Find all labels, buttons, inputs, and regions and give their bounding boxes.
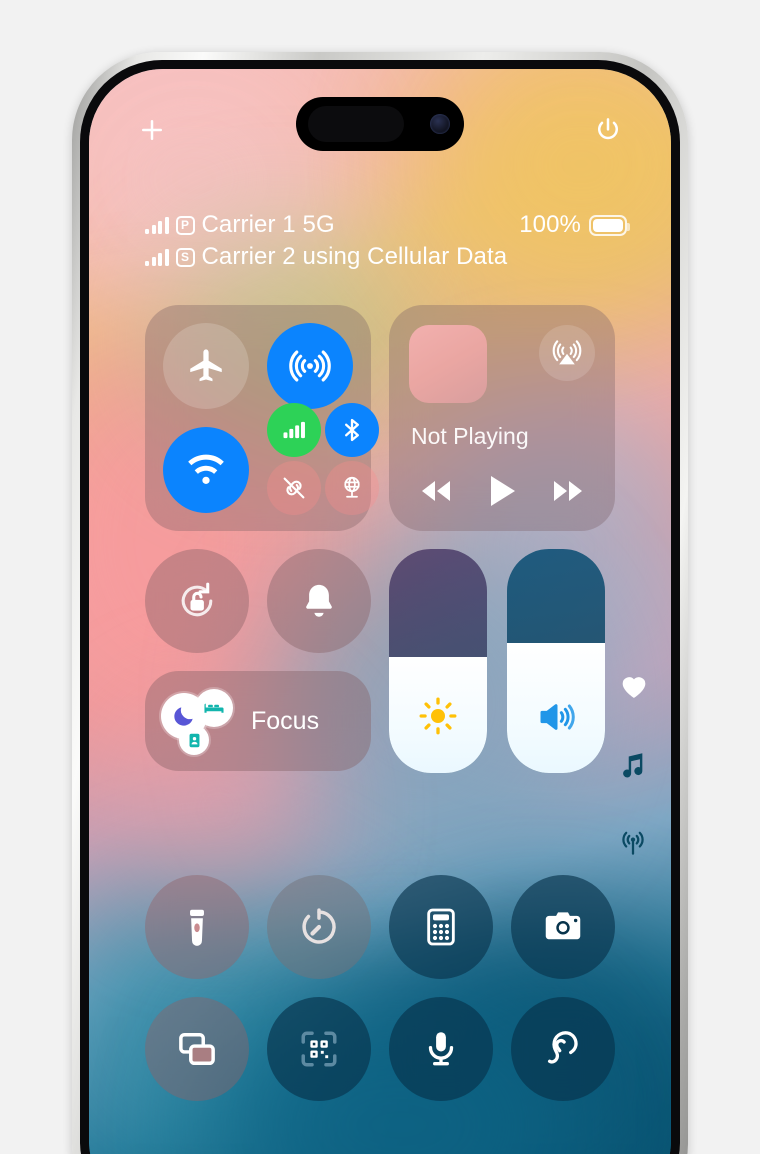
control-center-top-bar bbox=[89, 115, 671, 145]
airplay-icon[interactable] bbox=[539, 325, 595, 381]
focus-label: Focus bbox=[251, 706, 320, 735]
phone-screen: P Carrier 1 5G 100% S Carrier 2 using Ce… bbox=[89, 69, 671, 1154]
airdrop-toggle[interactable] bbox=[267, 323, 353, 409]
flashlight-button[interactable] bbox=[145, 875, 249, 979]
media-module: Not Playing bbox=[389, 305, 615, 531]
screenshot-root: P Carrier 1 5G 100% S Carrier 2 using Ce… bbox=[0, 0, 760, 1154]
signal-bars-icon bbox=[145, 248, 169, 266]
rewind-icon[interactable] bbox=[415, 476, 457, 506]
battery-percent-label: 100% bbox=[519, 211, 581, 238]
status-row-secondary: S Carrier 2 using Cellular Data bbox=[145, 241, 627, 273]
battery-icon bbox=[589, 214, 630, 236]
bluetooth-toggle[interactable] bbox=[325, 403, 379, 457]
shortcuts-row-2 bbox=[145, 997, 615, 1101]
plus-icon[interactable] bbox=[137, 115, 167, 145]
battery-status: 100% bbox=[519, 211, 630, 239]
carrier-2-label: Carrier 2 using Cellular Data bbox=[201, 243, 508, 270]
timer-button[interactable] bbox=[267, 875, 371, 979]
connectivity-module bbox=[145, 305, 379, 531]
broadcast-icon[interactable] bbox=[617, 827, 661, 859]
media-transport-controls bbox=[409, 473, 595, 509]
wifi-toggle[interactable] bbox=[163, 427, 249, 513]
code-scanner-button[interactable] bbox=[267, 997, 371, 1101]
cellular-data-toggle[interactable] bbox=[267, 403, 321, 457]
edge-icons-column bbox=[617, 669, 661, 859]
person-badge-icon bbox=[179, 725, 209, 755]
album-art-placeholder bbox=[409, 325, 487, 403]
hearing-button[interactable] bbox=[511, 997, 615, 1101]
now-playing-title: Not Playing bbox=[411, 423, 529, 449]
sim-badge-primary: P bbox=[175, 215, 195, 235]
focus-badges bbox=[161, 687, 239, 755]
screen-mirroring-button[interactable] bbox=[145, 997, 249, 1101]
sliders-group bbox=[389, 549, 605, 773]
volume-slider[interactable] bbox=[507, 549, 605, 773]
focus-button[interactable]: Focus bbox=[145, 671, 371, 771]
personal-hotspot-toggle[interactable] bbox=[267, 461, 321, 515]
brightness-slider[interactable] bbox=[389, 549, 487, 773]
shortcuts-grid bbox=[145, 875, 615, 1119]
camera-button[interactable] bbox=[511, 875, 615, 979]
status-row-primary: P Carrier 1 5G 100% bbox=[145, 209, 630, 241]
signal-bars-icon bbox=[145, 216, 169, 234]
fast-forward-icon[interactable] bbox=[547, 476, 589, 506]
rotation-lock-toggle[interactable] bbox=[145, 549, 249, 653]
ringer-toggle[interactable] bbox=[267, 549, 371, 653]
calculator-button[interactable] bbox=[389, 875, 493, 979]
heart-icon[interactable] bbox=[617, 669, 661, 703]
shortcuts-row-1 bbox=[145, 875, 615, 979]
control-center-grid: Not Playing Focus bbox=[145, 305, 615, 773]
voice-memo-button[interactable] bbox=[389, 997, 493, 1101]
vpn-toggle[interactable] bbox=[325, 461, 379, 515]
sim-badge-secondary: S bbox=[175, 247, 195, 267]
toggles-column: Focus bbox=[145, 531, 371, 773]
music-note-icon[interactable] bbox=[617, 749, 661, 781]
airplane-mode-toggle[interactable] bbox=[163, 323, 249, 409]
carrier-status: P Carrier 1 5G 100% S Carrier 2 using Ce… bbox=[145, 209, 630, 273]
bed-icon bbox=[195, 689, 233, 727]
play-icon[interactable] bbox=[486, 473, 518, 509]
power-icon[interactable] bbox=[593, 115, 623, 145]
carrier-1-label: Carrier 1 5G bbox=[201, 211, 335, 238]
